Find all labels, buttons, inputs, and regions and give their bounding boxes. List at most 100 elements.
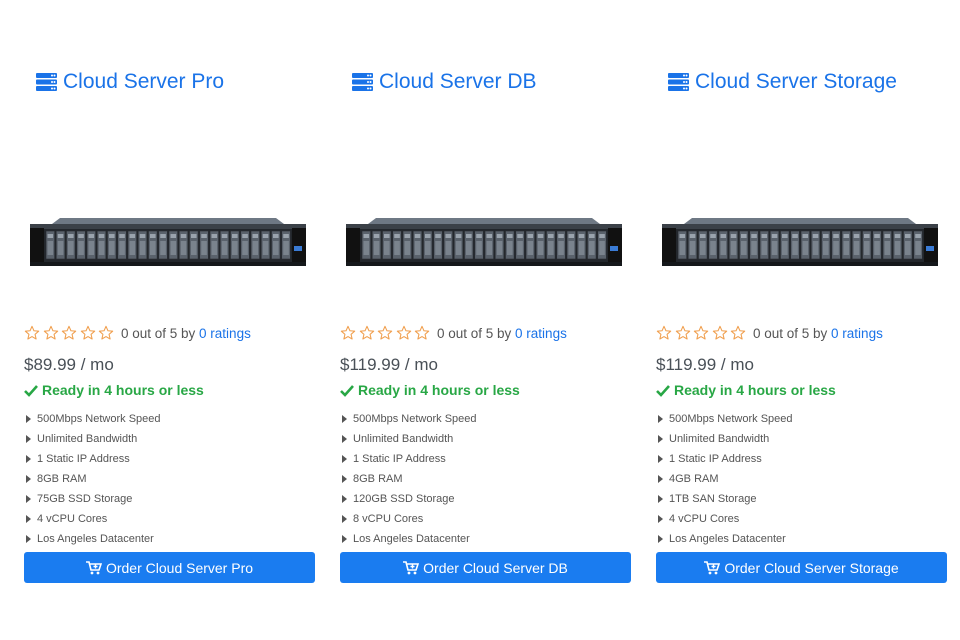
rating-text: 0 out of 5 by — [120, 325, 196, 341]
rating-text: 0 out of 5 by — [436, 325, 512, 341]
ready-status: Ready in 4 hours or less — [340, 382, 520, 398]
feature-text: Unlimited Bandwidth — [669, 433, 770, 445]
feature-item: Los Angeles Datacenter — [656, 529, 793, 549]
caret-right-icon — [658, 415, 663, 423]
feature-list: 500Mbps Network Speed Unlimited Bandwidth… — [656, 409, 793, 549]
feature-list: 500Mbps Network Speed Unlimited Bandwidth… — [24, 409, 161, 549]
star-outline-icon — [24, 325, 40, 340]
check-icon — [24, 384, 38, 397]
feature-item: Unlimited Bandwidth — [656, 429, 793, 449]
price: $119.99 / mo — [340, 355, 438, 374]
order-button[interactable]: Order Cloud Server DB — [340, 552, 631, 583]
star-outline-icon — [61, 325, 77, 340]
server-icon — [36, 73, 57, 91]
feature-item: 8GB RAM — [24, 469, 161, 489]
price: $119.99 / mo — [656, 355, 754, 374]
ratings-link[interactable]: 0 ratings — [831, 326, 883, 341]
order-button-label: Order Cloud Server Storage — [724, 559, 899, 576]
feature-text: 8GB RAM — [37, 473, 87, 485]
ready-text: Ready in 4 hours or less — [42, 382, 204, 398]
star-outline-icon — [377, 325, 393, 340]
feature-text: 500Mbps Network Speed — [669, 413, 793, 425]
feature-text: Unlimited Bandwidth — [353, 433, 454, 445]
star-outline-icon — [99, 325, 114, 340]
star-outline-icon — [396, 325, 411, 340]
feature-item: 500Mbps Network Speed — [24, 409, 161, 429]
caret-right-icon — [658, 435, 663, 443]
product-title-link[interactable]: Cloud Server DB — [352, 70, 537, 94]
feature-text: 1TB SAN Storage — [669, 493, 757, 505]
star-outline-icon — [340, 325, 356, 340]
caret-right-icon — [26, 415, 31, 423]
star-outline-icon — [675, 325, 690, 340]
product-grid: Cloud Server Pro 0 out of 5 by 0 ratings… — [0, 0, 960, 640]
ready-status: Ready in 4 hours or less — [656, 382, 836, 398]
feature-text: 500Mbps Network Speed — [353, 413, 477, 425]
rating: 0 out of 5 by 0 ratings — [656, 325, 883, 341]
product-title: Cloud Server DB — [379, 70, 537, 93]
feature-item: 1 Static IP Address — [340, 449, 477, 469]
star-outline-icon — [80, 325, 95, 340]
ratings-link[interactable]: 0 ratings — [199, 326, 251, 341]
product-card: Cloud Server Storage 0 out of 5 by 0 rat… — [656, 0, 948, 640]
ready-status: Ready in 4 hours or less — [24, 382, 204, 398]
order-button[interactable]: Order Cloud Server Pro — [24, 552, 315, 583]
feature-item: 8GB RAM — [340, 469, 477, 489]
star-outline-icon — [43, 325, 58, 340]
feature-item: Unlimited Bandwidth — [24, 429, 161, 449]
product-image — [346, 216, 622, 268]
feature-text: 1 Static IP Address — [37, 453, 130, 465]
feature-item: 500Mbps Network Speed — [340, 409, 477, 429]
feature-item: 75GB SSD Storage — [24, 489, 161, 509]
star-outline-icon — [693, 325, 709, 340]
feature-list: 500Mbps Network Speed Unlimited Bandwidth… — [340, 409, 477, 549]
feature-item: 1 Static IP Address — [24, 449, 161, 469]
caret-right-icon — [26, 455, 31, 463]
product-title: Cloud Server Pro — [63, 70, 225, 93]
feature-text: 75GB SSD Storage — [37, 493, 133, 505]
caret-right-icon — [342, 495, 347, 503]
feature-item: 4 vCPU Cores — [24, 509, 161, 529]
price: $89.99 / mo — [24, 355, 114, 374]
feature-text: 4GB RAM — [669, 473, 719, 485]
feature-text: Los Angeles Datacenter — [353, 533, 470, 545]
feature-text: 1 Static IP Address — [669, 453, 762, 465]
caret-right-icon — [658, 455, 663, 463]
product-title: Cloud Server Storage — [695, 70, 897, 93]
feature-text: 4 vCPU Cores — [37, 513, 108, 525]
feature-text: Unlimited Bandwidth — [37, 433, 138, 445]
feature-text: 1 Static IP Address — [353, 453, 446, 465]
server-icon — [352, 73, 373, 91]
feature-item: 8 vCPU Cores — [340, 509, 477, 529]
rating: 0 out of 5 by 0 ratings — [340, 325, 567, 341]
star-outline-icon — [359, 325, 374, 340]
star-rating — [24, 325, 117, 341]
order-button[interactable]: Order Cloud Server Storage — [656, 552, 947, 583]
star-rating — [656, 325, 749, 341]
feature-item: 120GB SSD Storage — [340, 489, 477, 509]
rating: 0 out of 5 by 0 ratings — [24, 325, 251, 341]
feature-item: 4 vCPU Cores — [656, 509, 793, 529]
product-image — [662, 216, 938, 268]
product-card: Cloud Server Pro 0 out of 5 by 0 ratings… — [24, 0, 316, 640]
feature-item: 4GB RAM — [656, 469, 793, 489]
caret-right-icon — [26, 535, 31, 543]
order-button-label: Order Cloud Server DB — [423, 559, 568, 576]
product-title-link[interactable]: Cloud Server Storage — [668, 70, 897, 94]
feature-item: Los Angeles Datacenter — [340, 529, 477, 549]
caret-right-icon — [26, 495, 31, 503]
product-title-link[interactable]: Cloud Server Pro — [36, 70, 224, 94]
feature-text: 500Mbps Network Speed — [37, 413, 161, 425]
feature-item: 1 Static IP Address — [656, 449, 793, 469]
feature-item: 1TB SAN Storage — [656, 489, 793, 509]
check-icon — [340, 384, 354, 397]
rating-text: 0 out of 5 by — [752, 325, 828, 341]
ratings-link[interactable]: 0 ratings — [515, 326, 567, 341]
caret-right-icon — [658, 515, 663, 523]
star-rating — [340, 325, 433, 341]
caret-right-icon — [342, 455, 347, 463]
ready-text: Ready in 4 hours or less — [674, 382, 836, 398]
caret-right-icon — [342, 535, 347, 543]
caret-right-icon — [658, 495, 663, 503]
star-outline-icon — [712, 325, 727, 340]
